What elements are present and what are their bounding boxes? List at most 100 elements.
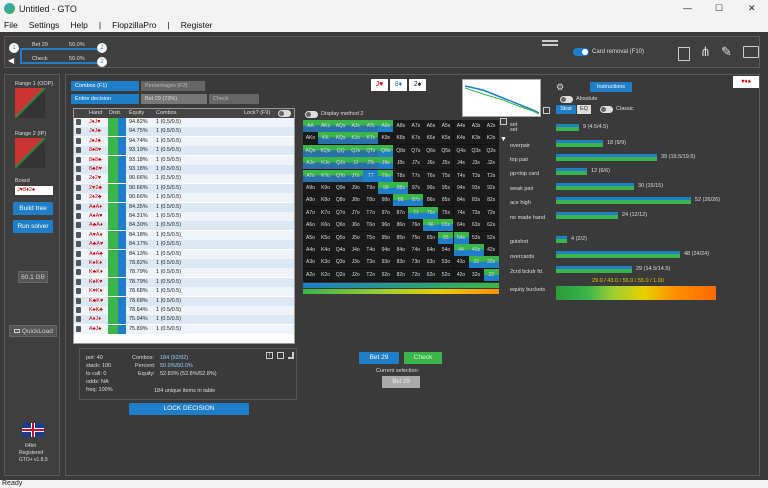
matrix-cell[interactable]: 97o	[378, 206, 394, 219]
col-distr[interactable]: Distr.	[109, 110, 122, 116]
matrix-cell[interactable]: J9o	[348, 182, 364, 194]
matrix-cell[interactable]: 93s	[468, 182, 484, 194]
range-oop-thumbnail[interactable]	[15, 88, 45, 118]
matrix-cell[interactable]: 65o	[423, 231, 439, 244]
table-row[interactable]: A♠A♣ 84.13% 1 (0.5/0.5)	[74, 249, 294, 259]
matrix-cell[interactable]: K9s	[378, 132, 394, 145]
table-row[interactable]: A♥A♦ 84.18% 1 (0.5/0.5)	[74, 230, 294, 240]
matrix-cell[interactable]: Q8o	[333, 194, 349, 207]
matrix-cell[interactable]: A9s	[378, 120, 394, 132]
matrix-cell[interactable]: K4o	[318, 244, 334, 256]
matrix-cell[interactable]: 43s	[468, 244, 484, 256]
matrix-cell[interactable]: Q2s	[483, 144, 499, 157]
matrix-cell[interactable]: 84s	[453, 194, 469, 207]
table-row[interactable]: K♣K♥ 78.68% 1 (0.5/0.5)	[74, 296, 294, 306]
tree-node-1-badge[interactable]: 1	[9, 43, 19, 53]
matrix-cell[interactable]: 66	[423, 219, 439, 232]
matrix-cell[interactable]: Q3s	[468, 144, 484, 157]
matrix-cell[interactable]: A7s	[408, 120, 424, 132]
matrix-cell[interactable]: T3o	[363, 256, 379, 269]
matrix-cell[interactable]: Q4s	[453, 144, 469, 157]
absolute-toggle[interactable]	[560, 96, 573, 103]
menu-lines-icon[interactable]	[542, 40, 558, 46]
matrix-cell[interactable]: K3s	[468, 132, 484, 145]
matrix-cell[interactable]: 32s	[483, 256, 499, 269]
matrix-cell[interactable]: 52s	[483, 231, 499, 244]
matrix-cell[interactable]: A4o	[303, 244, 318, 256]
board-input[interactable]: J♥8♦2♠	[15, 186, 53, 195]
matrix-cell[interactable]: A6o	[303, 219, 318, 232]
tree-node-2-badge[interactable]: 2	[97, 57, 107, 67]
card-removal-toggle[interactable]	[573, 48, 589, 56]
lock-icon[interactable]	[76, 325, 81, 332]
matrix-cell[interactable]: QTo	[333, 169, 349, 182]
matrix-cell[interactable]: 32o	[468, 268, 484, 281]
matrix-cell[interactable]: 93o	[378, 256, 394, 269]
tab-bet[interactable]: Bet 29 (73%)	[141, 94, 207, 104]
matrix-cell[interactable]: 88	[393, 194, 409, 207]
table-row[interactable]: 8♠8♣ 93.18% 1 (0.5/0.5)	[74, 155, 294, 165]
matrix-cell[interactable]: 77	[408, 206, 424, 219]
matrix-cell[interactable]: K4s	[453, 132, 469, 145]
matrix-cell[interactable]: A3o	[303, 256, 318, 269]
matrix-cell[interactable]: 86s	[423, 194, 439, 207]
matrix-cell[interactable]: AJo	[303, 157, 318, 170]
tab-combos[interactable]: Combos (F1)	[71, 81, 139, 91]
table-row[interactable]: A♦J♦ 75.94% 1 (0.5/0.5)	[74, 315, 294, 325]
matrix-cell[interactable]: K7s	[408, 132, 424, 145]
node-bet-label[interactable]: Bet 29	[32, 42, 48, 48]
matrix-cell[interactable]: J4s	[453, 157, 469, 170]
matrix-cell[interactable]: 85o	[393, 231, 409, 244]
matrix-cell[interactable]: T4s	[453, 169, 469, 182]
run-solver-button[interactable]: Run solver	[13, 220, 53, 233]
table-row[interactable]: K♣K♦ 78.79% 1 (0.5/0.5)	[74, 268, 294, 278]
matrix-cell[interactable]: T6o	[363, 219, 379, 232]
matrix-cell[interactable]: AKo	[303, 132, 318, 145]
matrix-cell[interactable]: A6s	[423, 120, 439, 132]
matrix-cell[interactable]: Q8s	[393, 144, 409, 157]
table-row[interactable]: K♠K♦ 78.82% 1 (0.5/0.5)	[74, 259, 294, 268]
matrix-cell[interactable]: 72s	[483, 206, 499, 219]
matrix-cell[interactable]: JJ	[348, 157, 364, 170]
matrix-cell[interactable]: 43o	[453, 256, 469, 269]
matrix-cell[interactable]: T2o	[363, 268, 379, 281]
strat-button[interactable]: Strat	[556, 105, 576, 114]
matrix-cell[interactable]: 95o	[378, 231, 394, 244]
matrix-cell[interactable]: Q3o	[333, 256, 349, 269]
back-arrow-icon[interactable]: ◀	[8, 56, 14, 65]
matrix-cell[interactable]: A9o	[303, 182, 318, 194]
matrix-cell[interactable]: K6s	[423, 132, 439, 145]
maximize-button[interactable]: ☐	[715, 3, 723, 14]
expand-matrix-icon[interactable]	[500, 118, 507, 125]
matrix-cell[interactable]: T4o	[363, 244, 379, 256]
matrix-cell[interactable]: Q9o	[333, 182, 349, 194]
matrix-cell[interactable]: J5s	[438, 157, 454, 170]
matrix-cell[interactable]: J3o	[348, 256, 364, 269]
node-check-label[interactable]: Check	[32, 56, 48, 62]
table-row[interactable]: 2♥2♣ 90.66% 1 (0.5/0.5)	[74, 183, 294, 193]
lock-icon[interactable]	[76, 128, 81, 135]
matrix-cell[interactable]: J6o	[348, 219, 364, 232]
matrix-cell[interactable]: K8o	[318, 194, 334, 207]
matrix-cell[interactable]: Q2o	[333, 268, 349, 281]
menu-help[interactable]: Help	[70, 20, 87, 30]
matrix-cell[interactable]: 74o	[408, 244, 424, 256]
matrix-cell[interactable]: TT	[363, 169, 379, 182]
matrix-cell[interactable]: JTs	[363, 157, 379, 170]
menu-settings[interactable]: Settings	[29, 20, 60, 30]
copy-icon[interactable]	[678, 47, 690, 61]
matrix-cell[interactable]: Q9s	[378, 144, 394, 157]
matrix-cell[interactable]: K8s	[393, 132, 409, 145]
tree-node-2-badge[interactable]: 2	[97, 43, 107, 53]
matrix-cell[interactable]: 63o	[423, 256, 439, 269]
matrix-cell[interactable]: K7o	[318, 206, 334, 219]
table-row[interactable]: A♣A♦ 84.30% 1 (0.5/0.5)	[74, 221, 294, 231]
matrix-cell[interactable]: JTo	[348, 169, 364, 182]
lock-icon[interactable]	[76, 260, 81, 266]
matrix-cell[interactable]: A2s	[483, 120, 499, 132]
matrix-cell[interactable]: Q7s	[408, 144, 424, 157]
matrix-cell[interactable]: K2s	[483, 132, 499, 145]
equity-buckets-bar[interactable]	[556, 286, 716, 300]
info-icon[interactable]: !	[266, 352, 273, 359]
lock-icon[interactable]	[76, 222, 81, 229]
